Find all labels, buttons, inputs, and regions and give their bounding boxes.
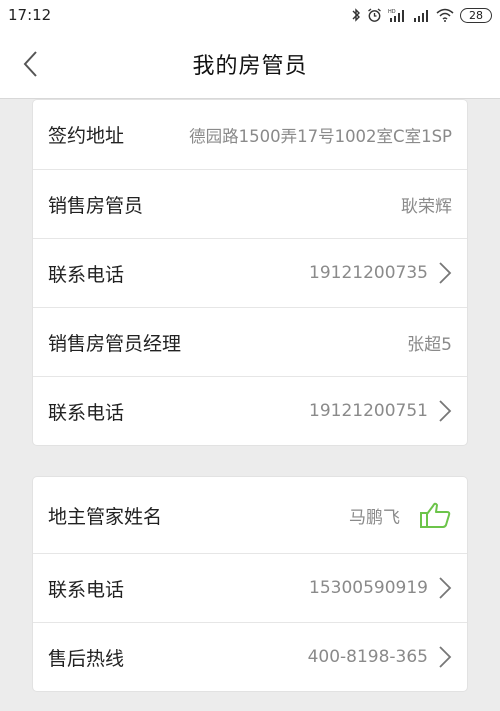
row-label: 联系电话 (48, 578, 125, 601)
chevron-right-icon (438, 262, 452, 284)
row-value: 15300590919 (309, 578, 428, 598)
chevron-right-icon (438, 577, 452, 599)
row-label: 签约地址 (48, 125, 125, 147)
list-item-sales-agent: 销售房管员 耿荣辉 (33, 169, 467, 238)
list-item-sales-manager-phone[interactable]: 联系电话 19121200751 (33, 376, 467, 445)
row-value: 张超5 (407, 334, 452, 355)
list-item-sales-manager: 销售房管员经理 张超5 (33, 307, 467, 376)
row-value: 19121200735 (309, 263, 428, 283)
nav-bar: 我的房管员 (0, 30, 500, 99)
svg-text:HD: HD (388, 9, 396, 15)
row-label: 联系电话 (48, 401, 125, 424)
row-label: 售后热线 (48, 647, 125, 670)
agent-info-card: 签约地址 德园路1500弄17号1002室C室1SP 销售房管员 耿荣辉 联系电… (33, 100, 467, 445)
chevron-left-icon (23, 51, 37, 77)
list-item-contract-address: 签约地址 德园路1500弄17号1002室C室1SP (33, 100, 467, 169)
row-value: 德园路1500弄17号1002室C室1SP (189, 126, 452, 146)
thumbs-up-icon[interactable] (418, 500, 452, 530)
chevron-right-icon (438, 400, 452, 422)
status-icons: HD 28 (351, 7, 492, 23)
row-label: 销售房管员经理 (48, 332, 182, 355)
row-value: 400-8198-365 (307, 647, 428, 667)
page-title: 我的房管员 (192, 54, 308, 79)
bluetooth-icon (352, 8, 360, 22)
battery-icon: 28 (460, 7, 492, 23)
row-label: 地主管家姓名 (48, 505, 163, 528)
wifi-icon (436, 8, 454, 22)
list-item-butler-phone[interactable]: 联系电话 15300590919 (33, 553, 467, 622)
row-value: 马鹏飞 (349, 507, 400, 528)
status-bar: 17:12 HD 28 (0, 0, 500, 30)
list-item-aftersales-hotline[interactable]: 售后热线 400-8198-365 (33, 622, 467, 691)
row-value: 耿荣辉 (401, 196, 452, 217)
hd-signal-icon: HD (388, 9, 404, 22)
status-time: 17:12 (8, 6, 52, 24)
row-label: 销售房管员 (48, 194, 144, 217)
chevron-right-icon (438, 646, 452, 668)
butler-info-card: 地主管家姓名 马鹏飞 联系电话 15300590919 售后热线 400-819… (33, 477, 467, 691)
list-item-sales-agent-phone[interactable]: 联系电话 19121200735 (33, 238, 467, 307)
alarm-icon (368, 7, 381, 22)
signal-icon (414, 10, 428, 22)
back-button[interactable] (14, 44, 46, 84)
row-label: 联系电话 (48, 263, 125, 286)
list-item-butler-name: 地主管家姓名 马鹏飞 (33, 477, 467, 553)
row-value: 19121200751 (309, 401, 428, 421)
